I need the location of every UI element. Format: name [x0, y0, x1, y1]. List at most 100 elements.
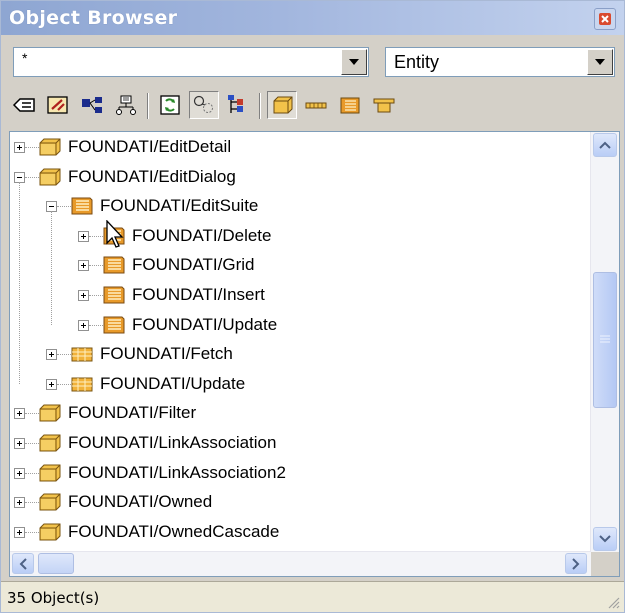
expand-button[interactable]	[14, 142, 25, 153]
chevron-down-icon	[599, 535, 611, 543]
tree-item[interactable]: FOUNDATI/EditDetail	[38, 134, 231, 160]
tree-item[interactable]: FOUNDATI/Grid	[102, 252, 254, 278]
network-button[interactable]	[111, 91, 141, 119]
close-button[interactable]	[594, 8, 616, 30]
tree-item-label: FOUNDATI/Grid	[132, 255, 255, 275]
tree-item[interactable]: FOUNDATI/Update	[70, 371, 245, 397]
properties-button[interactable]	[43, 91, 73, 119]
entity-icon	[273, 96, 293, 114]
expand-button[interactable]	[14, 438, 25, 449]
suite-icon	[71, 197, 93, 215]
object-tree[interactable]: FOUNDATI/EditDetail FOUNDATI/EditDialog FO…	[9, 131, 620, 577]
object-browser-window: Object Browser * Entity FOUNDATI/EditDet…	[0, 0, 625, 613]
vertical-scrollbar[interactable]	[590, 132, 619, 576]
tree-item[interactable]: FOUNDATI/LinkAssociation	[38, 430, 276, 456]
toolbar	[9, 87, 619, 123]
scroll-right-button[interactable]	[565, 553, 587, 574]
entity-icon	[39, 404, 61, 422]
tree-guide-line	[19, 181, 21, 384]
tree-item[interactable]: FOUNDATI/Update	[102, 312, 277, 338]
horizontal-scrollbar[interactable]	[10, 551, 591, 576]
tree-item-label: FOUNDATI/EditDetail	[68, 137, 232, 156]
resize-grip-icon[interactable]	[606, 595, 620, 609]
expand-button[interactable]	[14, 526, 25, 538]
attribute-filter-button[interactable]	[301, 91, 331, 119]
tree-item[interactable]: FOUNDATI/EditSuite	[70, 193, 258, 219]
tree-item[interactable]: FOUNDATI/LinkAssociation2	[38, 460, 286, 486]
type-filter-combo[interactable]: Entity	[385, 47, 615, 77]
expand-button[interactable]	[46, 349, 57, 361]
dataset-filter-button[interactable]	[369, 91, 399, 119]
entity-filter-button[interactable]	[267, 91, 297, 119]
name-filter-value: *	[22, 50, 28, 66]
expand-button[interactable]	[78, 319, 89, 331]
hierarchy-icon	[82, 97, 102, 113]
scroll-down-button[interactable]	[593, 527, 617, 551]
tree-guide-line	[51, 211, 53, 325]
entity-icon	[39, 168, 61, 186]
back-button[interactable]	[9, 91, 39, 119]
chevron-down-icon	[349, 59, 359, 65]
dataset-icon	[71, 347, 93, 362]
expand-button[interactable]	[14, 497, 25, 509]
chevron-down-icon	[595, 59, 605, 65]
hierarchy-button[interactable]	[77, 91, 107, 119]
dataset-icon	[373, 98, 395, 113]
toolbar-separator	[147, 93, 149, 119]
expand-button[interactable]	[46, 378, 57, 390]
properties-icon	[47, 96, 68, 114]
name-filter-combo[interactable]: *	[13, 47, 369, 77]
scroll-up-button[interactable]	[593, 133, 617, 157]
expand-button[interactable]	[78, 230, 89, 242]
tree-item-label: FOUNDATI/Delete	[132, 225, 272, 245]
chevron-left-icon	[19, 557, 27, 570]
tree-item[interactable]: FOUNDATI/Filter	[38, 400, 196, 426]
expand-button[interactable]	[14, 408, 25, 420]
tree-item[interactable]: FOUNDATI/Insert	[102, 282, 265, 308]
tree-item[interactable]: FOUNDATI/Fetch	[70, 341, 233, 367]
close-icon	[599, 13, 611, 25]
expand-button[interactable]	[78, 290, 89, 301]
entity-icon	[39, 138, 61, 156]
vertical-scroll-thumb[interactable]	[593, 272, 617, 408]
tree-item[interactable]: FOUNDATI/OwnedCascade	[38, 519, 279, 545]
entity-icon	[39, 523, 61, 541]
title-bar[interactable]: Object Browser	[1, 1, 624, 35]
horizontal-scroll-thumb[interactable]	[38, 553, 74, 574]
type-filter-dropdown-button[interactable]	[587, 49, 613, 75]
tree-item-label: FOUNDATI/Update	[132, 314, 278, 334]
suite-filter-button[interactable]	[335, 91, 365, 119]
suite-icon	[103, 286, 125, 304]
grip-icon	[600, 335, 610, 343]
entity-icon	[39, 464, 61, 482]
status-bar: 35 Object(s)	[1, 581, 624, 612]
tree-item-label: FOUNDATI/EditDialog	[68, 166, 236, 186]
refresh-button[interactable]	[155, 91, 185, 119]
tree-icon	[228, 95, 243, 113]
find-button[interactable]	[189, 91, 219, 119]
chevron-right-icon	[572, 557, 580, 570]
tree-item[interactable]: FOUNDATI/EditDialog	[38, 164, 236, 190]
find-icon	[193, 95, 213, 113]
suite-icon	[103, 316, 125, 334]
scroll-left-button[interactable]	[12, 553, 34, 574]
mouse-cursor-icon	[106, 220, 124, 248]
object-count: 35 Object(s)	[7, 589, 100, 607]
suite-icon	[340, 97, 360, 114]
tree-item[interactable]: FOUNDATI/Owned	[38, 489, 212, 515]
tree-item-label: FOUNDATI/Fetch	[100, 344, 233, 364]
tree-item-label: FOUNDATI/Filter	[68, 403, 197, 423]
tree-item-label: FOUNDATI/Owned	[68, 492, 213, 512]
scrollbar-corner	[591, 552, 619, 576]
refresh-icon	[160, 95, 180, 115]
tree-item-label: FOUNDATI/EditSuite	[100, 196, 259, 216]
tree-button[interactable]	[223, 91, 253, 119]
expand-button[interactable]	[14, 467, 25, 479]
expand-button[interactable]	[78, 260, 89, 272]
tree-item-label: FOUNDATI/LinkAssociation	[68, 433, 277, 452]
name-filter-dropdown-button[interactable]	[341, 49, 367, 75]
tree-item-label: FOUNDATI/OwnedCascade	[68, 521, 280, 541]
suite-icon	[103, 256, 125, 274]
entity-icon	[39, 493, 61, 511]
tree-item-label: FOUNDATI/Update	[100, 373, 246, 393]
